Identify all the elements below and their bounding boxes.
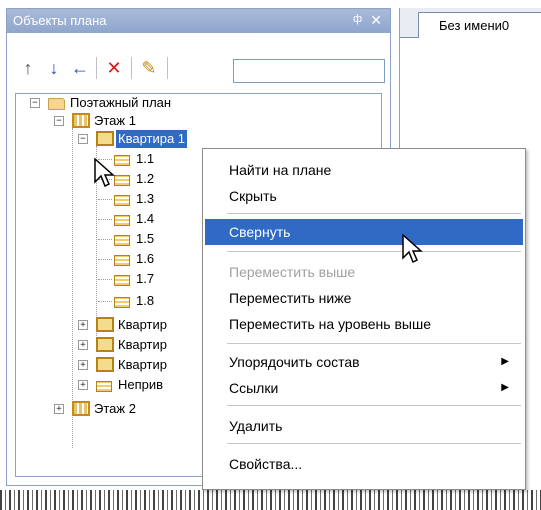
collapse-toggle-icon[interactable]: −	[78, 134, 88, 144]
toolbar-separator	[131, 57, 132, 79]
tree-node-label: Квартира 1	[116, 130, 188, 148]
menu-separator	[227, 251, 521, 252]
tree-node-label: Квартир	[118, 337, 167, 352]
document-tab-label: Без имени0	[439, 18, 510, 33]
properties-icon[interactable]: ✎	[138, 57, 160, 79]
pin-icon[interactable]: ф	[353, 13, 362, 25]
tree-node-label: Этаж 2	[94, 401, 136, 416]
menu-item-label: Свернуть	[229, 224, 291, 240]
apartment-icon	[96, 131, 114, 146]
menu-item-label: Переместить на уровень выше	[229, 316, 431, 332]
apartment-icon	[96, 337, 114, 352]
room-icon	[114, 195, 130, 206]
menu-item-hide[interactable]: Скрыть	[205, 183, 523, 209]
menu-separator	[227, 343, 521, 344]
close-icon[interactable]: ✕	[370, 12, 382, 29]
panel-toolbar: ↑ ↓ ← ✕ ✎	[7, 33, 390, 89]
menu-item-move-up: Переместить выше	[205, 259, 523, 285]
tree-node-label: 1.3	[136, 191, 155, 206]
toolbar-separator	[96, 57, 97, 79]
menu-item-label: Свойства...	[229, 456, 303, 472]
apartment-icon	[96, 317, 114, 332]
tree-guide-line	[98, 279, 112, 280]
context-menu: Найти на плане Скрыть Свернуть Перемести…	[202, 148, 526, 490]
expand-toggle-icon[interactable]: +	[54, 404, 64, 414]
room-icon	[114, 155, 130, 166]
folder-icon	[48, 98, 65, 110]
expand-toggle-icon[interactable]: +	[78, 360, 88, 370]
tree-node-label: Поэтажный план	[70, 95, 172, 110]
tree-node-label: 1.6	[136, 251, 155, 266]
tree-node-label: 1.4	[136, 211, 155, 226]
menu-item-label: Найти на плане	[229, 162, 332, 178]
menu-item-find-on-plan[interactable]: Найти на плане	[205, 157, 523, 183]
submenu-arrow-icon: ▶	[501, 382, 509, 393]
menu-item-label: Удалить	[229, 418, 283, 434]
tree-node-label: Неприв	[118, 377, 164, 392]
arrow-left-icon[interactable]: ←	[69, 57, 91, 79]
menu-item-label: Переместить ниже	[229, 290, 352, 306]
delete-icon[interactable]: ✕	[103, 57, 125, 79]
panel-title-bar: Объекты плана ф ✕	[7, 9, 390, 33]
panel-title: Объекты плана	[13, 13, 107, 28]
tree-node-label: 1.1	[136, 151, 155, 166]
menu-separator	[227, 213, 521, 214]
tree-guide-line	[98, 301, 112, 302]
room-icon	[114, 175, 130, 186]
room-icon	[114, 215, 130, 226]
tree-node-label: 1.5	[136, 231, 155, 246]
apartment-icon	[96, 357, 114, 372]
tree-guide-line	[98, 219, 112, 220]
application-window: Объекты плана ф ✕ ↑ ↓ ← ✕ ✎ − Поэтажный …	[0, 0, 541, 510]
collapse-toggle-icon[interactable]: −	[30, 98, 40, 108]
menu-separator	[227, 443, 521, 444]
menu-item-links[interactable]: Ссылки ▶	[205, 375, 523, 401]
expand-toggle-icon[interactable]: +	[78, 340, 88, 350]
menu-item-label: Упорядочить состав	[229, 354, 360, 370]
collapse-toggle-icon[interactable]: −	[54, 116, 64, 126]
menu-item-properties[interactable]: Свойства...	[205, 451, 523, 477]
room-icon	[114, 235, 130, 246]
floor-icon	[72, 401, 90, 416]
tree-node-root[interactable]: − Поэтажный план	[16, 94, 316, 112]
menu-item-label: Ссылки	[229, 380, 279, 396]
tree-node-label: Этаж 1	[94, 113, 136, 128]
menu-item-label: Переместить выше	[229, 264, 356, 280]
room-icon	[114, 297, 130, 308]
room-icon	[114, 275, 130, 286]
tree-node-label: 1.2	[136, 171, 155, 186]
tree-guide-line	[98, 199, 112, 200]
search-input[interactable]	[233, 59, 385, 83]
tree-guide-line	[98, 239, 112, 240]
tree-node-label: 1.7	[136, 271, 155, 286]
tree-node-label: 1.8	[136, 293, 155, 308]
expand-toggle-icon[interactable]: +	[78, 320, 88, 330]
tree-guide-line	[98, 259, 112, 260]
menu-item-delete[interactable]: Удалить	[205, 413, 523, 439]
expand-toggle-icon[interactable]: +	[78, 380, 88, 390]
submenu-arrow-icon: ▶	[501, 356, 509, 367]
tree-node-floor[interactable]: − Этаж 1	[16, 112, 316, 130]
tree-node-apartment[interactable]: − Квартира 1	[16, 130, 316, 148]
document-tab[interactable]: Без имени0	[418, 12, 541, 38]
menu-item-label: Скрыть	[229, 188, 277, 204]
menu-item-move-down[interactable]: Переместить ниже	[205, 285, 523, 311]
menu-item-move-level-up[interactable]: Переместить на уровень выше	[205, 311, 523, 337]
menu-item-collapse[interactable]: Свернуть	[205, 219, 523, 245]
menu-separator	[227, 405, 521, 406]
tree-node-label: Квартир	[118, 357, 167, 372]
status-strip	[0, 490, 541, 510]
toolbar-separator	[167, 57, 168, 79]
floor-icon	[72, 113, 90, 128]
arrow-up-icon[interactable]: ↑	[17, 57, 39, 79]
tree-node-label: Квартир	[118, 317, 167, 332]
room-icon	[114, 255, 130, 266]
room-icon	[96, 381, 112, 392]
menu-item-sort-contents[interactable]: Упорядочить состав ▶	[205, 349, 523, 375]
arrow-down-icon[interactable]: ↓	[43, 57, 65, 79]
